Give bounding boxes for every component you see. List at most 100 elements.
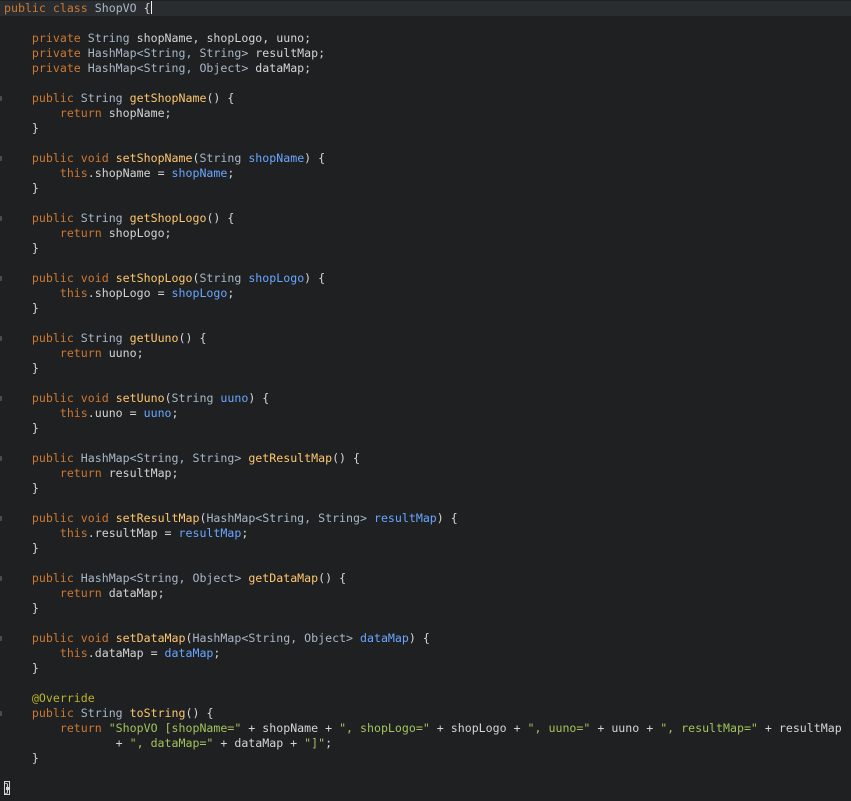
code-line[interactable]: }: [0, 541, 851, 556]
code-token: ", uuno=": [527, 721, 591, 735]
code-token: return: [4, 466, 109, 480]
code-line[interactable]: }: [0, 481, 851, 496]
fold-marker-icon[interactable]: [0, 96, 2, 101]
code-line[interactable]: }: [0, 661, 851, 676]
code-line[interactable]: this.shopLogo = shopLogo;: [0, 286, 851, 301]
code-line[interactable]: }: [0, 751, 851, 766]
code-line[interactable]: [0, 196, 851, 211]
code-line[interactable]: return "ShopVO [shopName=" + shopName + …: [0, 721, 851, 736]
code-line[interactable]: }: [0, 241, 851, 256]
code-token: getDataMap: [248, 571, 319, 585]
code-line[interactable]: return uuno;: [0, 346, 851, 361]
code-line[interactable]: [0, 136, 851, 151]
code-line[interactable]: }: [0, 601, 851, 616]
code-token: .uuno =: [87, 406, 144, 420]
code-line[interactable]: public String getShopLogo() {: [0, 211, 851, 226]
code-token: + shopLogo +: [429, 721, 528, 735]
code-token: dataMap;: [255, 61, 312, 75]
fold-marker-icon[interactable]: [0, 336, 2, 341]
code-line[interactable]: this.dataMap = dataMap;: [0, 646, 851, 661]
code-line[interactable]: }: [0, 421, 851, 436]
code-token: return: [4, 226, 109, 240]
code-text: return dataMap;: [4, 586, 165, 601]
fold-marker-icon[interactable]: [0, 276, 2, 281]
code-token: }: [4, 241, 39, 255]
code-line[interactable]: public class ShopVO {: [0, 1, 851, 16]
code-token: setUuno: [115, 391, 165, 405]
code-line[interactable]: this.shopName = shopName;: [0, 166, 851, 181]
code-line[interactable]: }: [0, 301, 851, 316]
code-line[interactable]: [0, 436, 851, 451]
code-text: this.shopName = shopName;: [4, 166, 235, 181]
code-token: return: [4, 106, 109, 120]
code-line[interactable]: [0, 556, 851, 571]
code-line[interactable]: public void setUuno(String uuno) {: [0, 391, 851, 406]
code-token: .shopLogo =: [87, 286, 172, 300]
code-line[interactable]: [0, 256, 851, 271]
code-editor[interactable]: public class ShopVO { private String sho…: [0, 0, 851, 801]
fold-marker-icon[interactable]: [0, 711, 2, 716]
code-line[interactable]: [0, 76, 851, 91]
code-line[interactable]: [0, 316, 851, 331]
code-line[interactable]: public String getUuno() {: [0, 331, 851, 346]
code-text: return shopName;: [4, 106, 172, 121]
code-token: resultMap: [373, 511, 437, 525]
code-text: }: [4, 601, 39, 616]
code-line[interactable]: return shopName;: [0, 106, 851, 121]
code-line[interactable]: this.uuno = uuno;: [0, 406, 851, 421]
code-token: }: [4, 751, 39, 765]
code-line[interactable]: return dataMap;: [0, 586, 851, 601]
code-line[interactable]: }: [0, 121, 851, 136]
code-line[interactable]: [0, 676, 851, 691]
code-line[interactable]: @Override: [0, 691, 851, 706]
code-line[interactable]: public HashMap<String, Object> getDataMa…: [0, 571, 851, 586]
code-line[interactable]: [0, 766, 851, 781]
code-line[interactable]: public String toString() {: [0, 706, 851, 721]
code-token: ShopVO: [94, 1, 137, 15]
fold-marker-icon[interactable]: [0, 216, 2, 221]
code-line[interactable]: this.resultMap = resultMap;: [0, 526, 851, 541]
code-line[interactable]: [0, 496, 851, 511]
code-token: this: [4, 166, 88, 180]
code-line[interactable]: return resultMap;: [0, 466, 851, 481]
code-line[interactable]: private HashMap<String, String> resultMa…: [0, 46, 851, 61]
code-line[interactable]: }: [0, 781, 851, 796]
fold-marker-icon[interactable]: [0, 576, 2, 581]
code-line[interactable]: }: [0, 361, 851, 376]
code-line[interactable]: + ", dataMap=" + dataMap + "]";: [0, 736, 851, 751]
code-line[interactable]: [0, 16, 851, 31]
code-token: resultMap;: [255, 46, 326, 60]
code-line[interactable]: private String shopName, shopLogo, uuno;: [0, 31, 851, 46]
code-token: uuno: [143, 406, 172, 420]
code-text: }: [4, 661, 39, 676]
code-token: (: [164, 391, 172, 405]
code-line[interactable]: public void setResultMap(HashMap<String,…: [0, 511, 851, 526]
fold-marker-icon[interactable]: [0, 636, 2, 641]
code-line[interactable]: public String getShopName() {: [0, 91, 851, 106]
code-token: private: [4, 46, 88, 60]
code-line[interactable]: [0, 376, 851, 391]
code-line[interactable]: public void setShopName(String shopName)…: [0, 151, 851, 166]
fold-marker-icon[interactable]: [0, 396, 2, 401]
code-token: ) {: [408, 631, 430, 645]
code-line[interactable]: }: [0, 181, 851, 196]
fold-marker-icon[interactable]: [0, 156, 2, 161]
code-text: public String getShopLogo() {: [4, 211, 234, 226]
code-line[interactable]: public void setDataMap(HashMap<String, O…: [0, 631, 851, 646]
fold-marker-icon[interactable]: [0, 516, 2, 521]
code-text: public void setResultMap(HashMap<String,…: [4, 511, 458, 526]
fold-marker-icon[interactable]: [0, 456, 2, 461]
code-line[interactable]: public HashMap<String, String> getResult…: [0, 451, 851, 466]
code-token: HashMap<String, String>: [206, 511, 374, 525]
code-token: dataMap: [360, 631, 409, 645]
code-line[interactable]: [0, 616, 851, 631]
code-line[interactable]: return shopLogo;: [0, 226, 851, 241]
code-token: public: [4, 211, 81, 225]
code-line[interactable]: private HashMap<String, Object> dataMap;: [0, 61, 851, 76]
code-text: this.dataMap = dataMap;: [4, 646, 221, 661]
code-token: String: [199, 151, 249, 165]
code-token: setShopName: [115, 151, 193, 165]
code-line[interactable]: public void setShopLogo(String shopLogo)…: [0, 271, 851, 286]
code-token: return: [4, 346, 109, 360]
code-token: String: [87, 31, 137, 45]
